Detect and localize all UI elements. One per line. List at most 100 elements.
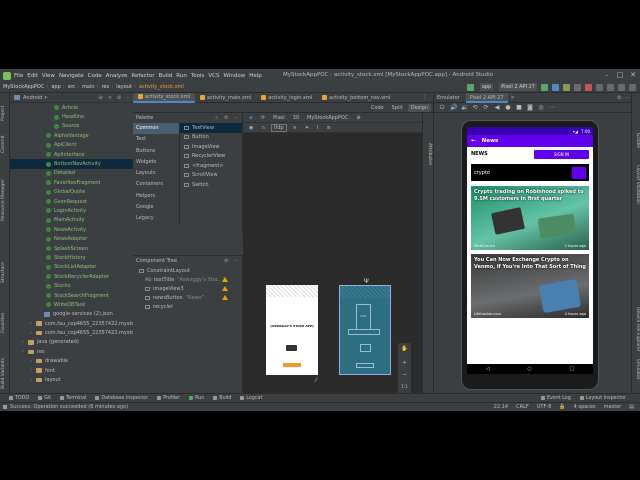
breadcrumb-main[interactable]: main <box>82 84 95 90</box>
design-canvas[interactable]: ◈ ⟳ Pixel 30 MyStockAppPOC ⊕ ◉ ∩ 0dp ⨯ ✦… <box>243 113 433 411</box>
menu-code[interactable]: Code <box>88 73 102 79</box>
close-tab-icon[interactable]: ✕ <box>511 95 515 101</box>
breadcrumb-src[interactable]: src <box>68 84 75 90</box>
breadcrumb-file[interactable]: activity_stock.xml <box>139 84 184 90</box>
structure-tool-tab[interactable]: Structure <box>1 262 6 283</box>
logcat-tab[interactable]: Logcat <box>240 396 262 401</box>
layers-icon[interactable]: ◈ <box>247 115 255 121</box>
news-card[interactable]: Crypto trading on Robinhood spiked to 9.… <box>471 186 589 250</box>
gradle-tool-tab[interactable]: Gradle <box>635 133 640 148</box>
orientation-icon[interactable]: ⟳ <box>259 115 267 121</box>
project-tree-item[interactable]: BottomNavActivity <box>10 159 133 169</box>
breadcrumb-res[interactable]: res <box>102 84 110 90</box>
search-icon[interactable] <box>629 83 636 91</box>
chevron-down-icon[interactable]: ▾ <box>44 95 47 101</box>
palette-item[interactable]: TextView <box>180 123 242 133</box>
project-tree-item[interactable]: › drawable <box>10 357 133 366</box>
project-tree-item[interactable]: StockSearchFragment <box>10 291 133 300</box>
eye-icon[interactable]: ◉ <box>247 125 255 131</box>
zoom-in-icon[interactable]: + <box>398 360 411 366</box>
run-config-dropdown[interactable]: app <box>479 83 494 91</box>
project-tree-item[interactable]: StockRecyclerAdapter <box>10 272 133 281</box>
project-tool-tab[interactable]: Project <box>1 106 6 121</box>
apply-changes-icon[interactable] <box>552 83 559 91</box>
project-tree-item[interactable]: Detailed <box>10 169 133 178</box>
breadcrumb-project[interactable]: MyStockAppPOC <box>3 84 44 90</box>
project-tree-item[interactable]: ApiInterface <box>10 150 133 159</box>
theme-dropdown[interactable]: MyStockAppPOC <box>305 115 350 121</box>
project-tree-item[interactable]: FavoritesFragment <box>10 178 133 187</box>
nav-back-icon[interactable]: ◁ <box>486 366 490 372</box>
collapse-all-icon[interactable]: ≑ <box>108 95 112 101</box>
status-message[interactable]: Success: Operation succeeded (6 minutes … <box>10 404 128 410</box>
project-tree-item[interactable]: Article <box>10 103 133 112</box>
resource-manager-tool-tab[interactable]: Resource Manager <box>1 179 6 221</box>
palette-category[interactable]: Helpers <box>133 191 179 202</box>
palette-item[interactable]: Button <box>180 133 242 143</box>
resize-handle-icon[interactable]: ⁄⁄ <box>315 377 317 384</box>
breadcrumb-app[interactable]: app <box>51 84 60 90</box>
project-tree-item[interactable]: › res <box>10 347 133 356</box>
menu-view[interactable]: View <box>42 73 55 79</box>
tab-activity-main[interactable]: activity_main.xml <box>195 93 256 103</box>
more-icon[interactable]: ⋯ <box>549 104 555 111</box>
file-encoding[interactable]: UTF-8 <box>537 404 552 410</box>
terminal-tab[interactable]: Terminal <box>60 396 86 401</box>
default-margin-dropdown[interactable]: 0dp <box>271 123 287 132</box>
indent-setting[interactable]: 4 spaces <box>574 404 596 410</box>
project-tree-item[interactable]: AlphaVantage <box>10 131 133 140</box>
back-icon[interactable]: ◀ <box>494 104 500 111</box>
component-tree-item[interactable]: ConstraintLayout <box>133 266 242 275</box>
project-tree-item[interactable]: NewsAdapter <box>10 234 133 243</box>
component-tree-item[interactable]: Ab textTitle "Aswaggy's Stoc..." <box>133 275 242 284</box>
git-branch[interactable]: master <box>604 404 622 410</box>
hide-panel-icon[interactable]: – <box>235 258 238 264</box>
locale-icon[interactable]: ⊕ <box>354 115 362 121</box>
project-tree-item[interactable]: LoginActivity <box>10 206 133 215</box>
project-tree-item[interactable]: google-services (2).json <box>10 310 133 319</box>
close-icon[interactable]: ✕ <box>629 71 637 79</box>
project-tree-item[interactable]: NewsActivity <box>10 225 133 234</box>
warning-icon[interactable] <box>222 295 228 300</box>
rotate-left-icon[interactable]: ⟲ <box>472 104 478 111</box>
code-mode-button[interactable]: Code <box>368 104 387 112</box>
align-icon[interactable]: ≡ <box>324 125 332 131</box>
lock-icon[interactable]: 🔓 <box>559 404 565 410</box>
minimize-icon[interactable]: – <box>603 71 611 79</box>
project-tree-item[interactable]: SplashScreen <box>10 244 133 253</box>
project-tree-item[interactable]: Headline <box>10 112 133 121</box>
pan-icon[interactable]: ✋ <box>398 346 411 352</box>
palette-item[interactable]: ScrollView <box>180 171 242 181</box>
menu-run[interactable]: Run <box>176 73 187 79</box>
project-tree-item[interactable]: MainActivity <box>10 216 133 225</box>
favorites-tool-tab[interactable]: Favorites <box>1 313 6 333</box>
menu-build[interactable]: Build <box>158 73 172 79</box>
commit-tool-tab[interactable]: Commit <box>1 135 6 153</box>
profiler-tab[interactable]: Profiler <box>157 396 180 401</box>
palette-category[interactable]: Widgets <box>133 157 179 168</box>
gear-icon[interactable]: ⚙ <box>117 95 121 101</box>
project-tree-item[interactable]: › com.fau_cop4655_22357422.mysto <box>10 328 134 337</box>
tab-activity-login[interactable]: activity_login.xml <box>256 93 317 103</box>
gear-icon[interactable]: ⚙ <box>617 95 621 101</box>
menu-navigate[interactable]: Navigate <box>59 73 84 79</box>
hide-panel-icon[interactable]: – <box>127 95 130 101</box>
device-file-explorer-tool-tab[interactable]: Device File Explorer <box>635 307 640 352</box>
tabs-menu-icon[interactable]: ⋮ <box>422 95 427 101</box>
build-variants-tool-tab[interactable]: Build Variants <box>1 358 6 389</box>
menu-help[interactable]: Help <box>249 73 262 79</box>
component-tree-item[interactable]: newsButton "News" <box>133 293 242 302</box>
hammer-icon[interactable] <box>466 83 474 91</box>
news-card[interactable]: You Can Now Exchange Crypto on Venmo, if… <box>471 254 589 318</box>
device-dropdown[interactable]: Pixel 2 API 27 <box>499 83 537 91</box>
project-tree-item[interactable]: › layout <box>10 375 133 384</box>
sync-icon[interactable] <box>596 83 603 91</box>
project-tree-item[interactable]: Source <box>10 122 133 131</box>
home-icon[interactable]: ● <box>505 104 511 111</box>
build-tab[interactable]: Build <box>213 396 231 401</box>
profile-icon[interactable] <box>574 83 581 91</box>
component-tree-item[interactable]: recycler <box>133 302 242 311</box>
phone-screen[interactable]: ▾◢ 7:00 ← News NEWS SIGN IN crypto Crypt… <box>467 127 593 374</box>
component-tree-item[interactable]: imageView3 <box>133 284 242 293</box>
clear-constraints-icon[interactable]: ⨯ <box>291 125 299 131</box>
